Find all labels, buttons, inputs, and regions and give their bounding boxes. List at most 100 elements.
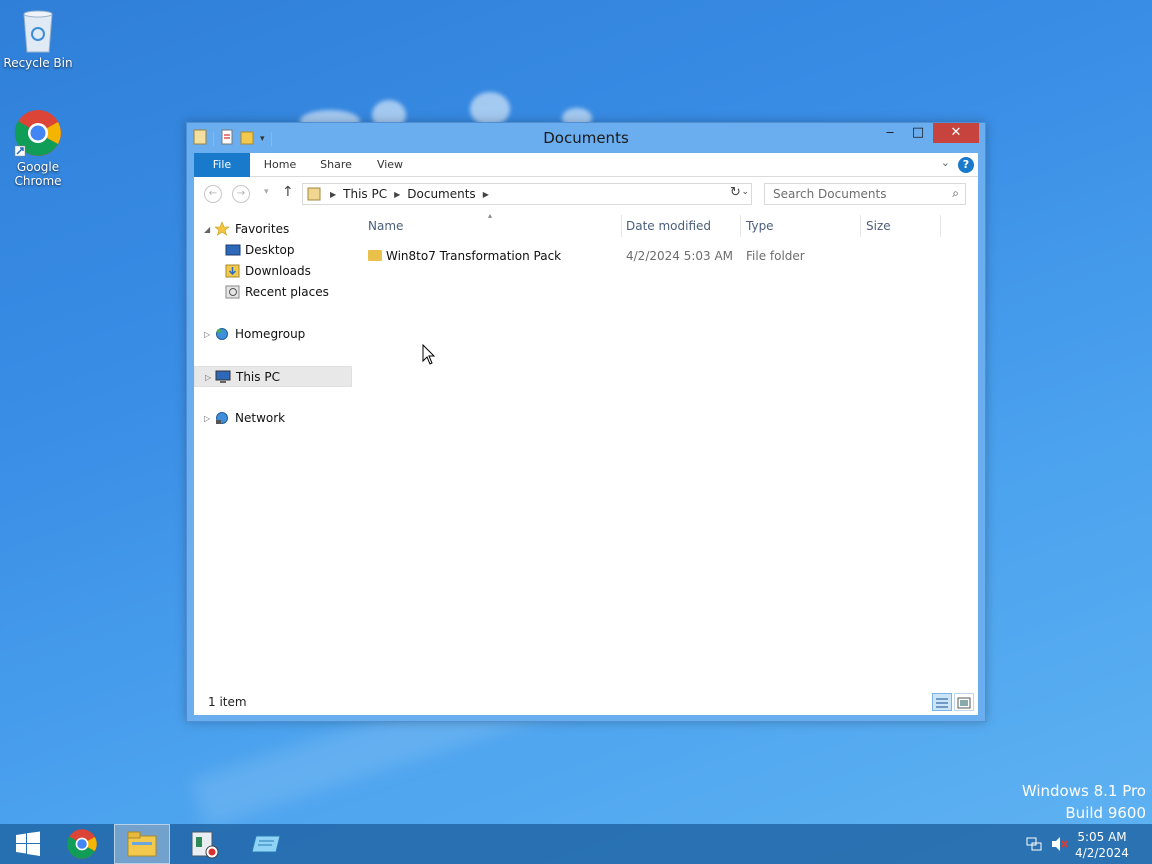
windows-logo-icon <box>16 831 40 856</box>
minimize-button[interactable]: ‒ <box>877 123 903 143</box>
tab-share[interactable]: Share <box>312 153 360 177</box>
start-button[interactable] <box>0 824 56 864</box>
recent-locations-dropdown-icon[interactable]: ▾ <box>264 187 269 197</box>
homegroup-icon <box>216 328 228 340</box>
taskbar-app-recorder[interactable] <box>176 824 232 864</box>
item-type: File folder <box>746 249 805 263</box>
watermark-build: Build 9600 <box>1065 804 1146 822</box>
app-window-icon <box>251 835 281 853</box>
file-list: ▴ Name Date modified Type Size Win8to7 T… <box>364 211 978 689</box>
close-button[interactable]: ✕ <box>933 123 979 143</box>
wallpaper-shape <box>470 92 510 126</box>
downloads-folder-icon <box>225 264 240 278</box>
column-header-date-modified[interactable]: Date modified <box>626 219 711 239</box>
nav-item-homegroup[interactable]: ▷ Homegroup <box>194 324 352 345</box>
large-icons-view-icon <box>957 697 971 709</box>
desktop-icon-label: Recycle Bin <box>3 56 73 70</box>
maximize-button[interactable]: □ <box>905 123 931 143</box>
tab-view[interactable]: View <box>368 153 412 177</box>
refresh-icon[interactable]: ↻ <box>730 185 741 200</box>
search-input[interactable]: Search Documents ⌕ <box>764 183 966 205</box>
back-button[interactable]: ← <box>204 185 222 203</box>
address-dropdown-icon[interactable]: ⌄ <box>741 187 749 197</box>
expand-ribbon-chevron-icon[interactable]: ⌄ <box>941 156 950 169</box>
chevron-right-icon[interactable]: ▶ <box>483 190 489 199</box>
chevron-right-icon[interactable]: ▶ <box>330 190 336 199</box>
large-icons-view-button[interactable] <box>954 693 974 711</box>
tab-home[interactable]: Home <box>256 153 304 177</box>
desktop-icon-chrome[interactable]: Google Chrome <box>0 108 76 188</box>
recent-places-icon <box>225 285 240 299</box>
up-button[interactable]: ↑ <box>282 184 294 200</box>
column-divider[interactable] <box>740 215 741 237</box>
tab-file[interactable]: File <box>194 153 250 177</box>
star-icon <box>214 222 230 236</box>
nav-label: Desktop <box>245 243 295 257</box>
navigation-pane: ◢ Favorites Desktop Downloads Recent pla… <box>194 211 352 689</box>
mouse-cursor-icon <box>422 344 436 365</box>
column-header-name[interactable]: Name <box>368 219 403 239</box>
status-bar: 1 item <box>194 689 978 715</box>
nav-label: This PC <box>236 370 280 384</box>
desktop-icon <box>225 244 241 256</box>
item-name: Win8to7 Transformation Pack <box>386 249 562 263</box>
nav-item-recent-places[interactable]: Recent places <box>194 282 352 303</box>
taskbar-file-explorer[interactable] <box>114 824 170 864</box>
taskbar-clock[interactable]: 5:05 AM 4/2/2024 <box>1072 829 1132 861</box>
expand-arrow-icon[interactable]: ◢ <box>204 219 210 240</box>
windows-watermark: Windows 8.1 Pro Build 9600 <box>1022 780 1146 824</box>
chrome-icon <box>14 110 61 157</box>
explorer-window[interactable]: ▾ Documents ‒ □ ✕ File Home Share View ⌄… <box>186 122 986 722</box>
nav-item-this-pc[interactable]: ▷ This PC <box>194 366 352 387</box>
folder-icon <box>307 187 321 201</box>
breadcrumb-this-pc[interactable]: This PC <box>343 187 387 201</box>
search-placeholder: Search Documents <box>773 187 887 201</box>
nav-label: Homegroup <box>235 327 306 341</box>
volume-muted-icon[interactable] <box>1050 836 1068 856</box>
item-date-modified: 4/2/2024 5:03 AM <box>626 249 734 263</box>
search-icon[interactable]: ⌕ <box>952 186 959 201</box>
details-view-button[interactable] <box>932 693 952 711</box>
desktop-icon-label: Google <box>16 160 60 174</box>
column-header-type[interactable]: Type <box>746 219 774 239</box>
expand-arrow-icon[interactable]: ▷ <box>204 324 210 345</box>
desktop-icon-label: Chrome <box>14 174 62 188</box>
title-bar[interactable]: ▾ Documents ‒ □ ✕ <box>187 123 985 153</box>
sort-caret-icon: ▴ <box>488 211 493 220</box>
expand-arrow-icon[interactable]: ▷ <box>204 408 210 429</box>
help-icon[interactable]: ? <box>958 157 974 173</box>
navigation-bar: ← → ▾ ↑ ▶ This PC ▶ Documents ▶ ⌄ ↻ Sear… <box>194 177 978 211</box>
nav-label: Recent places <box>245 285 329 299</box>
forward-button[interactable]: → <box>232 185 250 203</box>
nav-item-desktop[interactable]: Desktop <box>194 240 352 261</box>
nav-label: Downloads <box>245 264 311 278</box>
nav-item-network[interactable]: ▷ Network <box>194 408 352 429</box>
column-divider[interactable] <box>621 215 622 237</box>
folder-icon <box>368 250 382 261</box>
taskbar-app-tool[interactable] <box>238 824 294 864</box>
file-explorer-icon <box>127 831 157 857</box>
details-view-icon <box>936 698 948 708</box>
desktop-icon-recycle-bin[interactable]: Recycle Bin <box>0 6 76 70</box>
recorder-app-icon <box>191 831 219 859</box>
taskbar-chrome[interactable] <box>54 824 110 864</box>
address-bar[interactable]: ▶ This PC ▶ Documents ▶ ⌄ <box>302 183 752 205</box>
clock-time: 5:05 AM <box>1077 830 1127 844</box>
computer-icon <box>215 370 231 383</box>
table-row[interactable]: Win8to7 Transformation Pack 4/2/2024 5:0… <box>364 245 978 267</box>
column-header-size[interactable]: Size <box>866 219 891 239</box>
window-client: File Home Share View ⌄ ? ← → ▾ ↑ ▶ This … <box>194 153 978 715</box>
network-status-icon[interactable] <box>1026 836 1042 856</box>
watermark-edition: Windows 8.1 Pro <box>1021 782 1146 800</box>
breadcrumb-documents[interactable]: Documents <box>407 187 475 201</box>
column-divider[interactable] <box>940 215 941 237</box>
network-icon <box>216 412 228 424</box>
nav-item-favorites[interactable]: ◢ Favorites <box>194 219 352 240</box>
chevron-right-icon[interactable]: ▶ <box>394 190 400 199</box>
nav-label: Network <box>235 411 286 425</box>
nav-item-downloads[interactable]: Downloads <box>194 261 352 282</box>
column-divider[interactable] <box>860 215 861 237</box>
window-title: Documents <box>543 129 629 147</box>
expand-arrow-icon[interactable]: ▷ <box>205 367 211 388</box>
recycle-bin-icon <box>23 10 53 53</box>
